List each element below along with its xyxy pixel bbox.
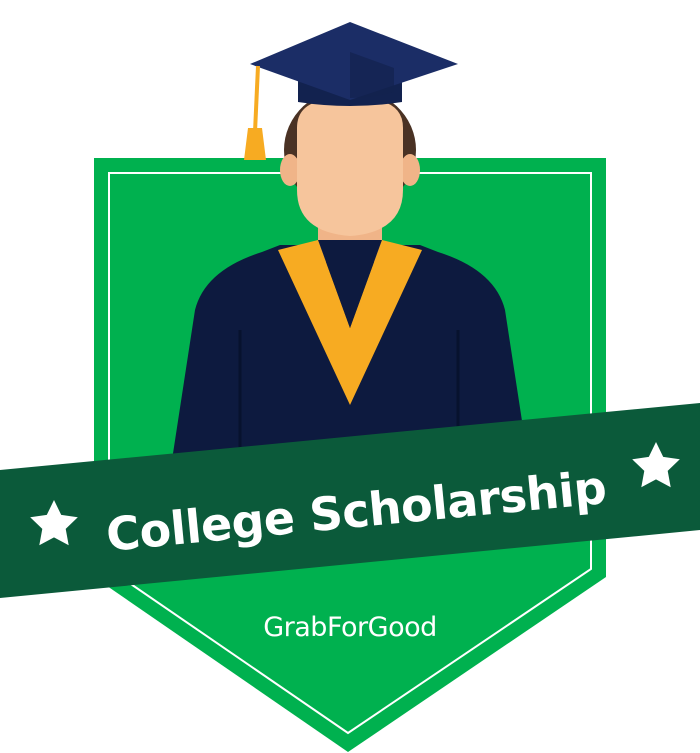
- brand-logo-part1: Grab: [263, 612, 327, 643]
- brand-logo-part2: ForGood: [327, 612, 437, 643]
- face: [297, 100, 403, 236]
- brand-logo: GrabForGood: [263, 612, 437, 643]
- graduate-icon: [172, 88, 528, 460]
- scholarship-badge: College Scholarship GrabForGood: [0, 22, 700, 752]
